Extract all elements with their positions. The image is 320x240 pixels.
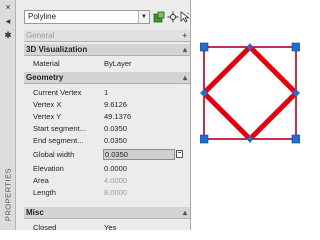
property-row-length: Length 8.0000: [24, 187, 190, 198]
collapse-icon[interactable]: ▴: [183, 44, 187, 56]
property-label: Vertex Y: [33, 112, 62, 121]
property-label: Current Vertex: [33, 88, 82, 97]
property-row-current-vertex[interactable]: Current Vertex 1: [24, 87, 190, 98]
palette-vertical-title: PROPERTIES: [3, 167, 13, 222]
property-label: Length: [33, 188, 56, 197]
property-value: 8.0000: [104, 188, 127, 197]
object-type-dropdown[interactable]: Polyline ▼: [24, 10, 150, 24]
section-general-header[interactable]: General +: [24, 30, 190, 42]
chevron-down-icon[interactable]: ▼: [138, 11, 149, 23]
global-width-input[interactable]: 0.0350: [103, 149, 175, 160]
property-label: Start segment...: [33, 124, 86, 133]
properties-main: Polyline ▼ + General + 3D Visualization …: [17, 0, 190, 230]
grip-top-left[interactable]: [200, 42, 209, 52]
select-objects-icon[interactable]: [153, 11, 165, 23]
section-general-title: General: [26, 31, 55, 40]
grip-bottom-left[interactable]: [200, 134, 209, 144]
property-row-vertex-x[interactable]: Vertex X 9.6126: [24, 99, 190, 110]
property-value[interactable]: 9.6126: [104, 99, 184, 110]
property-value[interactable]: 49.1376: [104, 111, 184, 122]
expand-icon[interactable]: +: [182, 30, 187, 42]
close-icon[interactable]: ×: [2, 2, 14, 13]
drawing-canvas[interactable]: [200, 40, 300, 150]
properties-settings-icon[interactable]: ✱: [2, 30, 14, 41]
collapse-icon[interactable]: ▴: [183, 72, 187, 84]
section-geometry-title: Geometry: [26, 73, 64, 82]
property-value[interactable]: ByLayer: [104, 58, 184, 69]
property-value: 4.0000: [104, 176, 127, 185]
property-row-closed[interactable]: Closed Yes: [24, 222, 190, 230]
property-label: End segment...: [33, 136, 84, 145]
properties-palette: × ◂ ✱ PROPERTIES Polyline ▼ + General + …: [0, 0, 191, 230]
property-label: Elevation: [33, 164, 64, 173]
property-row-global-width[interactable]: Global width 0.0350: [24, 149, 190, 160]
property-row-start-segment-width[interactable]: Start segment... 0.0350: [24, 123, 190, 134]
property-value[interactable]: 0.0350: [104, 135, 184, 146]
auto-hide-icon[interactable]: ◂: [2, 16, 14, 27]
section-misc-header[interactable]: Misc ▴: [24, 207, 190, 219]
pickadd-toggle-icon[interactable]: +: [179, 11, 190, 23]
object-type-value: Polyline: [28, 12, 57, 21]
property-label: Material: [33, 59, 60, 68]
palette-title-strip: × ◂ ✱ PROPERTIES: [0, 0, 16, 230]
property-label: Vertex X: [33, 100, 62, 109]
section-geometry-header[interactable]: Geometry ▴: [24, 72, 190, 84]
property-row-elevation[interactable]: Elevation 0.0000: [24, 163, 190, 174]
property-row-vertex-y[interactable]: Vertex Y 49.1376: [24, 111, 190, 122]
selected-square-polyline[interactable]: [203, 46, 297, 140]
section-misc-title: Misc: [26, 208, 44, 217]
property-value[interactable]: Yes: [104, 222, 184, 230]
diamond-polyline[interactable]: [200, 43, 300, 143]
quick-select-icon[interactable]: [167, 11, 179, 23]
property-value[interactable]: 0.0000: [104, 163, 184, 174]
grip-bottom-right[interactable]: [291, 134, 300, 144]
properties-toolbar: Polyline ▼ +: [17, 0, 190, 30]
section-3d-visualization-header[interactable]: 3D Visualization ▴: [24, 44, 190, 56]
collapse-icon[interactable]: ▴: [183, 207, 187, 219]
property-label: Area: [33, 176, 49, 185]
svg-text:+: +: [187, 12, 190, 18]
quick-calculator-icon[interactable]: [176, 150, 183, 158]
property-value[interactable]: 0.0350: [104, 123, 184, 134]
property-label: Closed: [33, 223, 57, 230]
grip-top-right[interactable]: [291, 42, 300, 52]
property-row-end-segment-width[interactable]: End segment... 0.0350: [24, 135, 190, 146]
property-row-area: Area 4.0000: [24, 175, 190, 186]
property-value[interactable]: 1: [104, 87, 184, 98]
section-3d-visualization-title: 3D Visualization: [26, 45, 88, 54]
property-row-material[interactable]: Material ByLayer: [24, 58, 190, 69]
property-label: Global width: [33, 150, 75, 159]
